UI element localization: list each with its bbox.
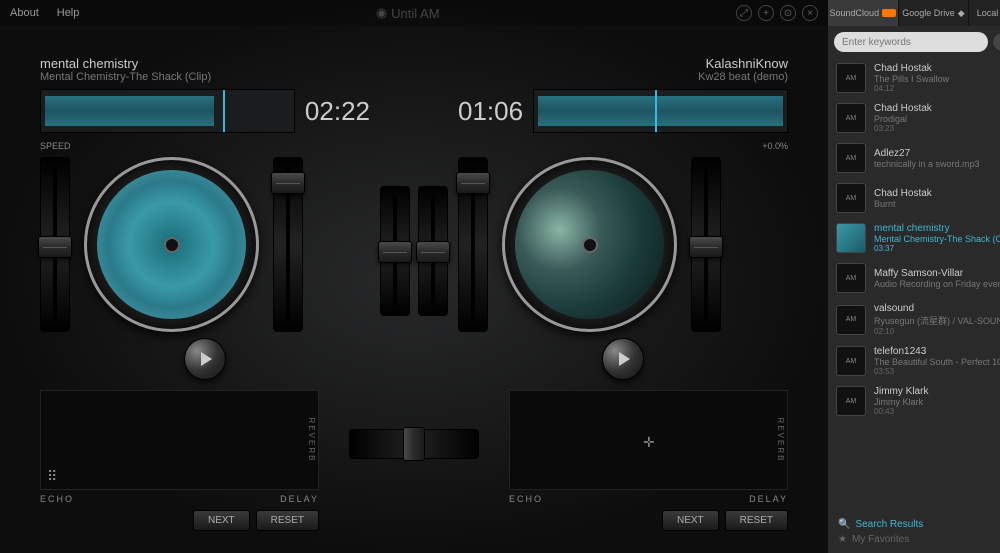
track-thumbnail — [836, 223, 866, 253]
deck-right-artist: KalashniKnow — [458, 56, 788, 71]
deck-right-reset-button[interactable]: RESET — [725, 510, 788, 531]
deck-left-waveform[interactable] — [40, 89, 295, 133]
tab-google-drive[interactable]: Google Drive◆ — [899, 0, 970, 26]
search-icon: 🔍 — [838, 519, 850, 530]
track-item[interactable]: AMChad HostakBurnt☆ — [828, 178, 1000, 218]
app-brand: ◉Until AM — [79, 5, 736, 21]
deck-left-time: 02:22 — [305, 96, 370, 127]
deck-right-play-button[interactable] — [602, 338, 644, 380]
track-item[interactable]: mental chemistryMental Chemistry-The Sha… — [828, 218, 1000, 258]
deck-right-volume-slider[interactable] — [458, 157, 488, 332]
mixer-slider-left[interactable] — [380, 186, 410, 316]
track-duration: 03:23 — [874, 124, 1000, 133]
track-title: technically in a sword.mp3 — [874, 159, 1000, 169]
fx-pad-right-xy[interactable]: ✛ REVERB — [509, 390, 788, 490]
track-thumbnail: AM — [836, 143, 866, 173]
track-thumbnail: AM — [836, 183, 866, 213]
track-artist: Chad Hostak — [874, 188, 1000, 199]
track-artist: Jimmy Klark — [874, 386, 1000, 397]
track-item[interactable]: AMChad HostakProdigal03:23☆ — [828, 98, 1000, 138]
deck-right-turntable[interactable] — [502, 157, 677, 332]
tab-local-files[interactable]: Local Files▣ — [969, 0, 1000, 26]
fx-pad-left-xy[interactable]: ⠿ REVERB — [40, 390, 319, 490]
topbar: About Help ◉Until AM ⤢ + ⊙ × — [0, 0, 828, 26]
track-title: Prodigal — [874, 114, 1000, 124]
track-thumbnail: AM — [836, 63, 866, 93]
fx-pad-left: ⠿ REVERB ECHODELAY NEXT RESET — [40, 390, 319, 531]
track-item[interactable]: AM telefon1243The Beautiful South - Perfe… — [828, 341, 1000, 381]
deck-left-next-button[interactable]: NEXT — [193, 510, 250, 531]
window-settings-icon[interactable]: ⊙ — [780, 5, 796, 21]
track-item[interactable]: AMJimmy KlarkJimmy Klark00:43☆ — [828, 381, 1000, 421]
mixer-slider-right[interactable] — [418, 186, 448, 316]
deck-left-title: Mental Chemistry-The Shack (Clip) — [40, 71, 370, 83]
track-title: The Pills I Swallow — [874, 74, 1000, 84]
deck-right-speed-value: +0.0% — [762, 141, 788, 151]
track-thumbnail: AM — [836, 346, 866, 376]
search-input[interactable] — [834, 32, 988, 52]
track-artist: Maffy Samson-Villar — [874, 268, 1000, 279]
deck-left-artist: mental chemistry — [40, 56, 370, 71]
track-artist: Adlez27 — [874, 148, 1000, 159]
sidebar: SoundCloud Google Drive◆ Local Files▣ Fi… — [828, 0, 1000, 553]
track-title: Audio Recording on Friday evening — [874, 279, 1000, 289]
deck-right: KalashniKnow Kw28 beat (demo) 01:06 +0.0… — [458, 56, 788, 380]
deck-left-play-button[interactable] — [184, 338, 226, 380]
track-artist: valsound — [874, 303, 1000, 314]
find-button[interactable]: Find — [992, 32, 1000, 52]
menu-about[interactable]: About — [10, 7, 39, 19]
track-thumbnail: AM — [836, 103, 866, 133]
speed-label: SPEED — [40, 141, 71, 151]
track-artist: telefon1243 — [874, 346, 1000, 357]
deck-left: mental chemistry Mental Chemistry-The Sh… — [40, 56, 370, 380]
track-title: Ryusegun (流星群) / VAL-SOUND 1991 — [874, 314, 1000, 327]
track-item[interactable]: AM valsoundRyusegun (流星群) / VAL-SOUND 199… — [828, 298, 1000, 341]
soundcloud-icon — [882, 9, 896, 17]
star-icon: ★ — [838, 534, 847, 545]
menu-help[interactable]: Help — [57, 7, 80, 19]
track-duration: 00:43 — [874, 407, 1000, 416]
track-thumbnail: AM — [836, 386, 866, 416]
fx-pad-right: ✛ REVERB ECHODELAY NEXT RESET — [509, 390, 788, 531]
sidebar-my-favorites[interactable]: ★My Favorites — [838, 532, 1000, 547]
window-close-icon[interactable]: × — [802, 5, 818, 21]
track-item[interactable]: AM Maffy Samson-VillarAudio Recording on … — [828, 258, 1000, 298]
gdrive-icon: ◆ — [958, 8, 965, 19]
track-artist: mental chemistry — [874, 223, 1000, 234]
track-thumbnail: AM — [836, 263, 866, 293]
deck-right-waveform[interactable] — [533, 89, 788, 133]
window-add-icon[interactable]: + — [758, 5, 774, 21]
track-duration: 04:12 — [874, 84, 1000, 93]
center-mixer — [380, 56, 448, 380]
track-duration: 02:10 — [874, 327, 1000, 336]
crossfader[interactable] — [349, 429, 479, 459]
tab-soundcloud[interactable]: SoundCloud — [828, 0, 899, 26]
sidebar-search-results[interactable]: 🔍Search Results — [838, 517, 1000, 532]
track-title: Jimmy Klark — [874, 397, 1000, 407]
deck-left-speed-slider[interactable] — [40, 157, 70, 332]
deck-left-turntable[interactable] — [84, 157, 259, 332]
track-artist: Chad Hostak — [874, 103, 1000, 114]
track-item[interactable]: AMAdlez27technically in a sword.mp3☆ — [828, 138, 1000, 178]
track-artist: Chad Hostak — [874, 63, 1000, 74]
deck-left-reset-button[interactable]: RESET — [256, 510, 319, 531]
track-title: The Beautiful South - Perfect 10 — [874, 357, 1000, 367]
deck-left-volume-slider[interactable] — [273, 157, 303, 332]
deck-right-next-button[interactable]: NEXT — [662, 510, 719, 531]
track-duration: 03:53 — [874, 367, 1000, 376]
track-item[interactable]: AMChad HostakThe Pills I Swallow04:12☆ — [828, 58, 1000, 98]
track-thumbnail: AM — [836, 305, 866, 335]
track-duration: 03:37 — [874, 244, 1000, 253]
window-expand-icon[interactable]: ⤢ — [736, 5, 752, 21]
deck-right-title: Kw28 beat (demo) — [458, 71, 788, 83]
deck-right-time: 01:06 — [458, 96, 523, 127]
track-title: Mental Chemistry-The Shack (Clip) — [874, 234, 1000, 244]
track-title: Burnt — [874, 199, 1000, 209]
deck-right-speed-slider[interactable] — [691, 157, 721, 332]
